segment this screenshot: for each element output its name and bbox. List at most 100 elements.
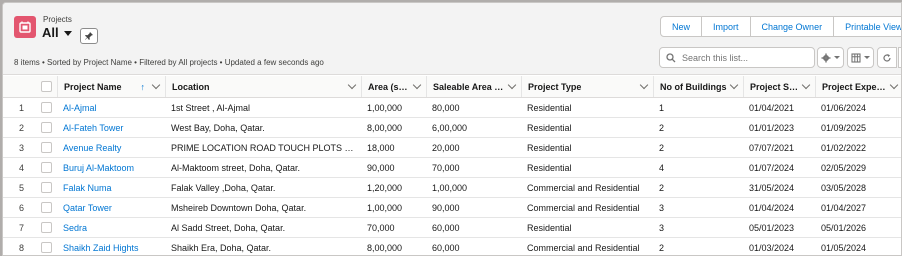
row-number-header xyxy=(3,76,35,98)
row-checkbox[interactable] xyxy=(40,162,52,174)
column-label[interactable]: Project Type xyxy=(528,82,637,92)
pin-list-button[interactable] xyxy=(80,28,98,44)
start-date-cell: 01/04/2021 xyxy=(743,97,815,118)
column-label[interactable]: Saleable Area (s... xyxy=(433,82,505,92)
row-number: 2 xyxy=(3,117,35,138)
column-no-of-buildings[interactable]: No of Buildings xyxy=(653,76,743,98)
caret-down-icon xyxy=(834,56,840,59)
display-as-button[interactable] xyxy=(847,47,874,68)
list-view-selector[interactable]: All xyxy=(42,25,72,40)
chevron-down-icon[interactable] xyxy=(412,80,422,90)
chevron-down-icon[interactable] xyxy=(639,80,649,90)
chevron-down-icon[interactable] xyxy=(507,80,517,90)
gear-icon xyxy=(821,53,831,62)
column-project-name[interactable]: Project Name ↑ xyxy=(57,76,165,98)
saleable-area-cell: 6,00,000 xyxy=(426,117,521,138)
chevron-down-icon[interactable] xyxy=(801,80,811,90)
table-row: 5 Falak Numa Falak Valley ,Doha, Qatar. … xyxy=(3,177,901,198)
chevron-down-icon[interactable] xyxy=(347,80,357,90)
table-header-row: Project Name ↑ Location Area (sqft) Salea… xyxy=(3,76,901,98)
expected-date-cell: 05/01/2026 xyxy=(815,217,901,238)
project-name-link[interactable]: Avenue Realty xyxy=(63,143,121,153)
project-name-link[interactable]: Falak Numa xyxy=(63,183,112,193)
chevron-down-icon[interactable] xyxy=(889,80,899,90)
import-button[interactable]: Import xyxy=(701,16,751,37)
saleable-area-cell: 20,000 xyxy=(426,137,521,158)
project-type-cell: Residential xyxy=(521,137,653,158)
column-project-start[interactable]: Project Sta... xyxy=(743,76,815,98)
project-type-cell: Residential xyxy=(521,117,653,138)
row-number: 3 xyxy=(3,137,35,158)
row-checkbox[interactable] xyxy=(40,182,52,194)
expected-date-cell: 02/05/2029 xyxy=(815,157,901,178)
column-label[interactable]: Project Sta... xyxy=(750,82,799,92)
row-select xyxy=(35,117,57,138)
row-checkbox[interactable] xyxy=(40,202,52,214)
new-button[interactable]: New xyxy=(660,16,703,37)
change-owner-button[interactable]: Change Owner xyxy=(749,16,835,37)
buildings-cell: 4 xyxy=(653,157,743,178)
column-label[interactable]: Location xyxy=(172,82,345,92)
row-checkbox[interactable] xyxy=(40,122,52,134)
row-number: 4 xyxy=(3,157,35,178)
caret-down-icon[interactable] xyxy=(63,31,72,36)
column-label[interactable]: Area (sqft) xyxy=(368,82,410,92)
expected-date-cell: 01/06/2024 xyxy=(815,97,901,118)
location-cell: Shaikh Era, Doha, Qatar. xyxy=(165,237,361,255)
search-input[interactable] xyxy=(682,52,812,63)
table-row: 4 Buruj Al-Maktoom Al-Maktoom street, Do… xyxy=(3,157,901,178)
area-cell: 8,00,000 xyxy=(361,237,426,255)
project-name-link[interactable]: Al-Fateh Tower xyxy=(63,123,123,133)
column-saleable-area[interactable]: Saleable Area (s... xyxy=(426,76,521,98)
row-select xyxy=(35,137,57,158)
project-name-link[interactable]: Shaikh Zaid Hights xyxy=(63,243,139,253)
start-date-cell: 01/01/2023 xyxy=(743,117,815,138)
list-settings-button[interactable] xyxy=(817,47,844,68)
area-cell: 1,20,000 xyxy=(361,177,426,198)
column-label[interactable]: Project Name xyxy=(64,82,141,92)
expected-date-cell: 03/05/2028 xyxy=(815,177,901,198)
row-number: 7 xyxy=(3,217,35,238)
row-checkbox[interactable] xyxy=(40,142,52,154)
area-cell: 8,00,000 xyxy=(361,117,426,138)
list-view-name[interactable]: All xyxy=(42,25,59,40)
project-type-cell: Commercial and Residential xyxy=(521,197,653,218)
search-icon xyxy=(666,52,676,62)
refresh-button[interactable] xyxy=(877,47,897,68)
project-name-link[interactable]: Qatar Tower xyxy=(63,203,112,213)
start-date-cell: 05/01/2023 xyxy=(743,217,815,238)
chevron-down-icon[interactable] xyxy=(151,80,161,90)
edit-list-button[interactable] xyxy=(898,47,901,68)
project-name-link[interactable]: Buruj Al-Maktoom xyxy=(63,163,134,173)
column-location[interactable]: Location xyxy=(165,76,361,98)
expected-date-cell: 01/02/2022 xyxy=(815,137,901,158)
saleable-area-cell: 1,00,000 xyxy=(426,177,521,198)
project-type-cell: Residential xyxy=(521,217,653,238)
chevron-down-icon[interactable] xyxy=(729,80,739,90)
column-label[interactable]: No of Buildings xyxy=(660,82,727,92)
buildings-cell: 1 xyxy=(653,97,743,118)
location-cell: West Bay, Doha, Qatar. xyxy=(165,117,361,138)
row-checkbox[interactable] xyxy=(40,222,52,234)
row-checkbox[interactable] xyxy=(40,102,52,114)
column-project-expected[interactable]: Project Expecte... xyxy=(815,76,901,98)
column-area[interactable]: Area (sqft) xyxy=(361,76,426,98)
printable-view-button[interactable]: Printable View xyxy=(833,16,901,37)
row-checkbox[interactable] xyxy=(40,242,52,254)
row-number: 6 xyxy=(3,197,35,218)
search-box[interactable] xyxy=(659,47,815,68)
column-label[interactable]: Project Expecte... xyxy=(822,82,887,92)
project-name-link[interactable]: Al-Ajmal xyxy=(63,103,97,113)
sort-ascending-icon: ↑ xyxy=(140,81,146,92)
select-all-checkbox[interactable] xyxy=(40,81,52,92)
list-view-window: Projects All 8 items • Sorted by Project… xyxy=(2,2,902,256)
project-name-link[interactable]: Sedra xyxy=(63,223,87,233)
project-type-cell: Commercial and Residential xyxy=(521,177,653,198)
project-object-icon xyxy=(14,16,36,38)
location-cell: Falak Valley ,Doha, Qatar. xyxy=(165,177,361,198)
column-project-type[interactable]: Project Type xyxy=(521,76,653,98)
table-row: 8 Shaikh Zaid Hights Shaikh Era, Doha, Q… xyxy=(3,237,901,255)
row-select xyxy=(35,97,57,118)
project-name-cell: Buruj Al-Maktoom xyxy=(57,157,165,178)
project-name-cell: Al-Fateh Tower xyxy=(57,117,165,138)
